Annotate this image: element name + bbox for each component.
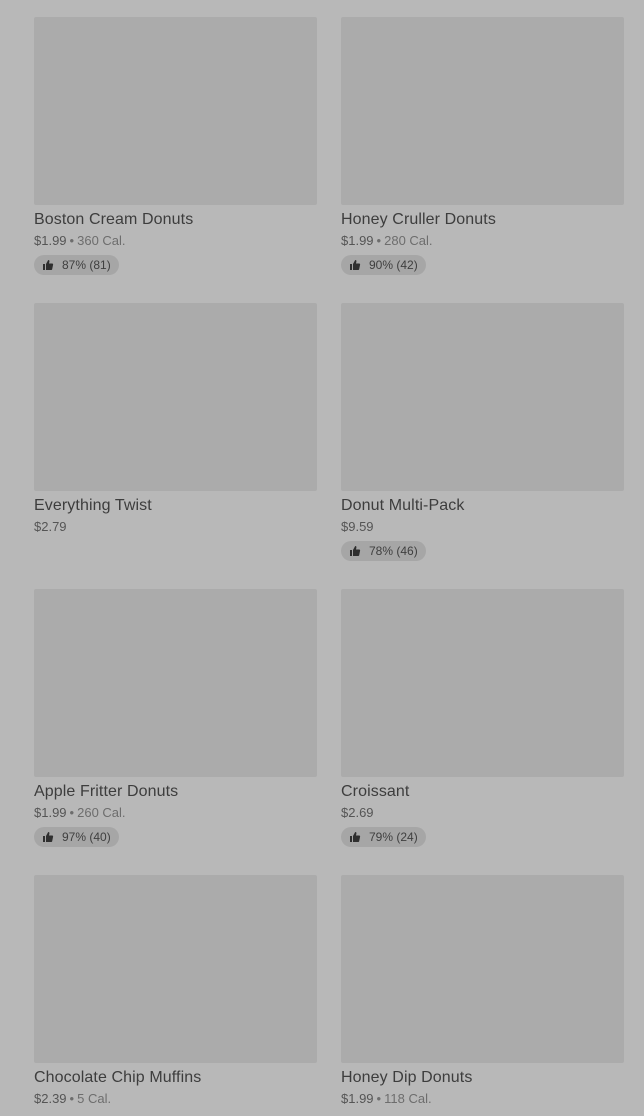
product-image-placeholder[interactable] bbox=[34, 303, 317, 491]
meta-separator: • bbox=[376, 233, 382, 248]
rating-text: 87% (81) bbox=[62, 258, 111, 272]
product-price: $1.99 bbox=[34, 233, 67, 248]
product-card[interactable]: Honey Dip Donuts $1.99 • 118 Cal. bbox=[341, 875, 624, 1116]
rating-badge: 78% (46) bbox=[341, 541, 426, 561]
product-image-placeholder[interactable] bbox=[341, 303, 624, 491]
product-price: $2.39 bbox=[34, 1091, 67, 1106]
meta-separator: • bbox=[69, 1091, 75, 1106]
product-image-placeholder[interactable] bbox=[341, 17, 624, 205]
meta-separator: • bbox=[69, 805, 75, 820]
product-price: $9.59 bbox=[341, 519, 374, 534]
product-name: Chocolate Chip Muffins bbox=[34, 1069, 202, 1086]
product-name: Donut Multi-Pack bbox=[341, 497, 465, 514]
product-calories: 5 Cal. bbox=[77, 1091, 112, 1106]
rating-badge: 79% (24) bbox=[341, 827, 426, 847]
product-name: Everything Twist bbox=[34, 497, 152, 514]
product-meta: $1.99 • 118 Cal. bbox=[341, 1091, 624, 1107]
rating-badge: 97% (40) bbox=[34, 827, 119, 847]
product-grid: Boston Cream Donuts $1.99 • 360 Cal. 87% (… bbox=[34, 17, 624, 1116]
product-meta: $1.99 • 360 Cal. bbox=[34, 233, 317, 249]
rating-badge: 90% (42) bbox=[341, 255, 426, 275]
thumbs-up-icon bbox=[42, 831, 54, 843]
product-card[interactable]: Apple Fritter Donuts $1.99 • 260 Cal. 97% … bbox=[34, 589, 317, 875]
product-name: Croissant bbox=[341, 783, 410, 800]
product-calories: 260 Cal. bbox=[77, 805, 126, 820]
product-card[interactable]: Croissant $2.69 79% (24) bbox=[341, 589, 624, 875]
product-card[interactable]: Honey Cruller Donuts $1.99 • 280 Cal. 90% … bbox=[341, 17, 624, 303]
product-meta: $2.79 bbox=[34, 519, 317, 535]
product-card[interactable]: Everything Twist $2.79 bbox=[34, 303, 317, 589]
product-name: Apple Fritter Donuts bbox=[34, 783, 179, 800]
rating-text: 79% (24) bbox=[369, 830, 418, 844]
product-name: Honey Dip Donuts bbox=[341, 1069, 473, 1086]
product-calories: 118 Cal. bbox=[384, 1091, 432, 1106]
thumbs-up-icon bbox=[349, 259, 361, 271]
product-meta: $9.59 bbox=[341, 519, 624, 535]
product-image-placeholder[interactable] bbox=[34, 17, 317, 205]
product-price: $1.99 bbox=[341, 233, 374, 248]
product-price: $2.79 bbox=[34, 519, 67, 534]
thumbs-up-icon bbox=[349, 545, 361, 557]
product-image-placeholder[interactable] bbox=[34, 875, 317, 1063]
product-name: Honey Cruller Donuts bbox=[341, 211, 496, 228]
product-name: Boston Cream Donuts bbox=[34, 211, 194, 228]
product-image-placeholder[interactable] bbox=[341, 875, 624, 1063]
product-image-placeholder[interactable] bbox=[341, 589, 624, 777]
rating-text: 90% (42) bbox=[369, 258, 418, 272]
product-meta: $2.69 bbox=[341, 805, 624, 821]
rating-text: 97% (40) bbox=[62, 830, 111, 844]
product-price: $1.99 bbox=[34, 805, 67, 820]
product-card[interactable]: Chocolate Chip Muffins $2.39 • 5 Cal. bbox=[34, 875, 317, 1116]
thumbs-up-icon bbox=[349, 831, 361, 843]
product-meta: $2.39 • 5 Cal. bbox=[34, 1091, 317, 1107]
product-meta: $1.99 • 280 Cal. bbox=[341, 233, 624, 249]
product-grid-page: Boston Cream Donuts $1.99 • 360 Cal. 87% (… bbox=[0, 0, 644, 1116]
product-price: $2.69 bbox=[341, 805, 374, 820]
product-price: $1.99 bbox=[341, 1091, 374, 1106]
thumbs-up-icon bbox=[42, 259, 54, 271]
product-image-placeholder[interactable] bbox=[34, 589, 317, 777]
product-card[interactable]: Boston Cream Donuts $1.99 • 360 Cal. 87% (… bbox=[34, 17, 317, 303]
meta-separator: • bbox=[69, 233, 75, 248]
product-meta: $1.99 • 260 Cal. bbox=[34, 805, 317, 821]
rating-badge: 87% (81) bbox=[34, 255, 119, 275]
product-calories: 280 Cal. bbox=[384, 233, 433, 248]
product-card[interactable]: Donut Multi-Pack $9.59 78% (46) bbox=[341, 303, 624, 589]
rating-text: 78% (46) bbox=[369, 544, 418, 558]
meta-separator: • bbox=[376, 1091, 382, 1106]
product-calories: 360 Cal. bbox=[77, 233, 126, 248]
